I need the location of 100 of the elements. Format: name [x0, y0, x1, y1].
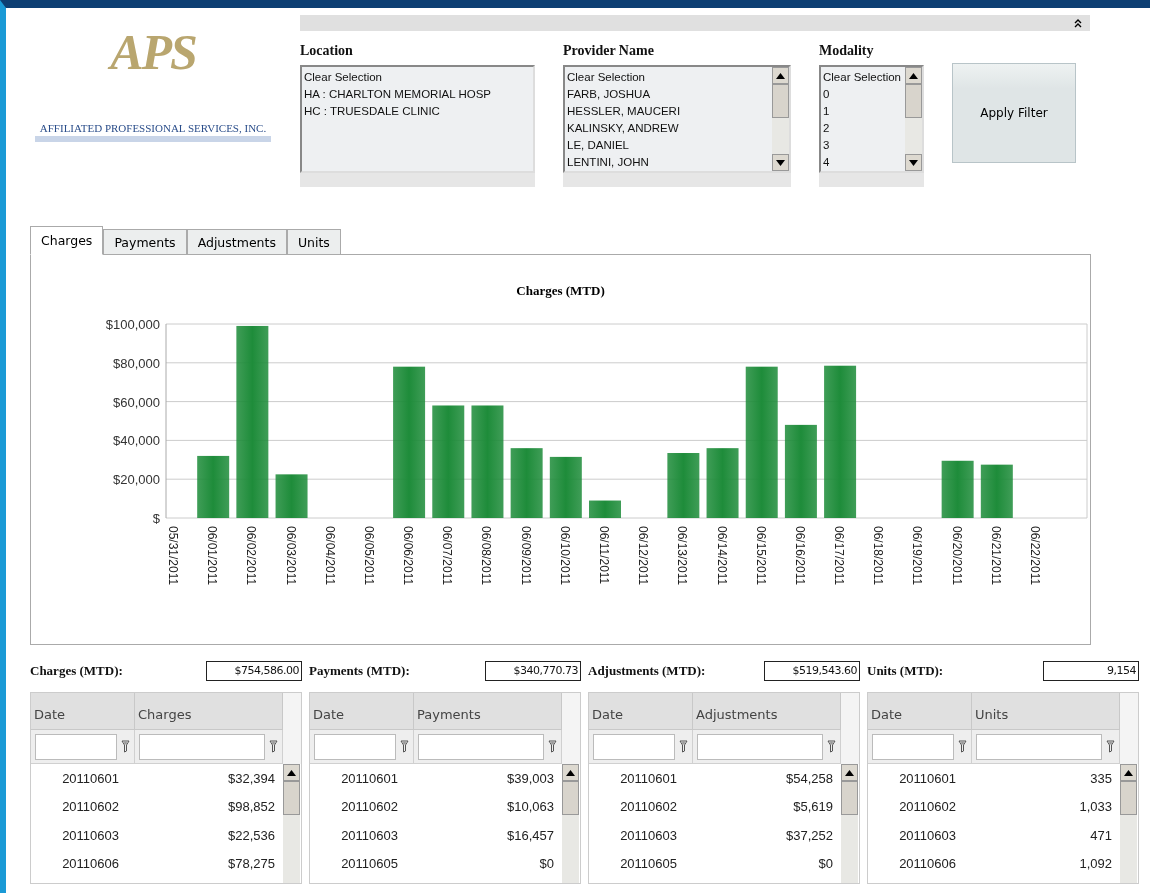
bar: [197, 455, 230, 518]
scrollbar[interactable]: [772, 67, 789, 171]
list-item[interactable]: LENTINI, JOHN: [567, 154, 770, 171]
filter-list[interactable]: Clear Selection HA : CHARLTON MEMORIAL HOSP HC : TRUESDALE CLINIC: [300, 65, 535, 173]
filter-icon[interactable]: [121, 740, 130, 753]
tab[interactable]: Units: [286, 229, 341, 255]
filter-field[interactable]: [976, 733, 1102, 760]
scroll-down-icon[interactable]: [776, 159, 785, 166]
filter-icon[interactable]: [1106, 740, 1115, 753]
scroll-up-icon[interactable]: [776, 72, 785, 79]
table-cell-text: $37,252: [785, 827, 834, 843]
filter-icon[interactable]: [679, 740, 688, 753]
list-item[interactable]: HC : TRUESDALE CLINIC: [304, 103, 531, 120]
bar: [980, 464, 1013, 518]
filter-list[interactable]: Clear Selection 0 1 2 3 4: [819, 65, 924, 173]
tab[interactable]: Charges: [30, 226, 104, 255]
bar: [941, 460, 974, 518]
x-tick-label: 06/12/2011: [636, 526, 651, 586]
column-header[interactable]: Units: [972, 693, 1120, 730]
column-header[interactable]: Charges: [135, 693, 283, 730]
total-field: $340,770.73: [485, 661, 581, 681]
list-item[interactable]: 1: [823, 103, 903, 120]
scrollbar[interactable]: [283, 764, 300, 883]
list-item[interactable]: Clear Selection: [304, 69, 531, 86]
column-header[interactable]: Date: [589, 693, 693, 730]
table-cell-text: 20110601: [619, 770, 678, 786]
list-item[interactable]: FARB, JOSHUA: [567, 86, 770, 103]
filter-icon[interactable]: [400, 740, 409, 753]
table-cell-text: 20110603: [340, 827, 399, 843]
summary-label: Payments (MTD):: [309, 663, 410, 679]
column-header[interactable]: Adjustments: [693, 693, 841, 730]
column-header[interactable]: Date: [310, 693, 414, 730]
x-tick-label: 06/21/2011: [988, 526, 1003, 586]
tab[interactable]: Adjustments: [186, 229, 287, 255]
collapse-icon[interactable]: [1074, 18, 1082, 28]
table-cell-text: $39,003: [506, 770, 555, 786]
filter-field[interactable]: [314, 733, 396, 760]
column-header[interactable]: Date: [31, 693, 135, 730]
list-item[interactable]: 0: [823, 86, 903, 103]
x-tick-label: 06/13/2011: [675, 526, 690, 586]
filter-label: Provider Name: [563, 43, 655, 60]
table-cell-text: 20110602: [340, 799, 399, 815]
y-tick-label: $80,000: [113, 355, 160, 371]
list-item[interactable]: KALINSKY, ANDREW: [567, 120, 770, 137]
table-cell-text: $0: [538, 856, 555, 872]
bar: [275, 474, 308, 518]
y-tick-label: $60,000: [113, 394, 160, 410]
x-tick-label: 06/05/2011: [361, 526, 376, 586]
filter-field[interactable]: [872, 733, 954, 760]
x-tick-label: 06/04/2011: [322, 526, 337, 586]
scroll-down-icon[interactable]: [909, 159, 918, 166]
filter-icon[interactable]: [958, 740, 967, 753]
list-item[interactable]: 2: [823, 120, 903, 137]
list-item[interactable]: Clear Selection: [567, 69, 770, 86]
scrollbar[interactable]: [841, 764, 858, 883]
scroll-up-icon[interactable]: [566, 769, 575, 776]
filter-icon[interactable]: [269, 740, 278, 753]
column-header[interactable]: Payments: [414, 693, 562, 730]
list-item[interactable]: Clear Selection: [823, 69, 903, 86]
list-item[interactable]: HESSLER, MAUCERI: [567, 103, 770, 120]
list-item[interactable]: LE, DANIEL: [567, 137, 770, 154]
list-item[interactable]: HA : CHARLTON MEMORIAL HOSP: [304, 86, 531, 103]
scroll-up-icon[interactable]: [1124, 769, 1133, 776]
filter-icon[interactable]: [827, 740, 836, 753]
x-tick-label: 06/14/2011: [714, 526, 729, 586]
table-cell-text: $54,258: [785, 770, 834, 786]
filter-list[interactable]: Clear Selection FARB, JOSHUA HESSLER, MAUCERI KALINSKY, ANDREW LE, DANIEL LENTINI, JOHN: [563, 65, 791, 173]
scroll-up-icon[interactable]: [845, 769, 854, 776]
filter-field[interactable]: [35, 733, 117, 760]
filter-field[interactable]: [593, 733, 675, 760]
scrollbar[interactable]: [562, 764, 579, 883]
scroll-up-icon[interactable]: [287, 769, 296, 776]
filter-icon[interactable]: [548, 740, 557, 753]
table-cell-text: $98,852: [227, 799, 276, 815]
scrollbar[interactable]: [905, 67, 922, 171]
filter-label: Modality: [819, 43, 875, 60]
list-item[interactable]: 3: [823, 137, 903, 154]
column-header[interactable]: Date: [868, 693, 972, 730]
table-cell-text: $32,394: [227, 770, 276, 786]
scroll-up-icon[interactable]: [909, 72, 918, 79]
x-tick-label: 06/16/2011: [792, 526, 807, 586]
table-cell-text: 20110603: [619, 827, 678, 843]
tab[interactable]: Payments: [103, 229, 187, 255]
scrollbar[interactable]: [1120, 764, 1137, 883]
filter-field[interactable]: [418, 733, 544, 760]
table-cell-text: $22,536: [227, 827, 276, 843]
table-cell-text: 335: [1089, 770, 1113, 786]
table-cell-text: 20110601: [340, 770, 399, 786]
bar: [549, 456, 582, 518]
list-item[interactable]: 4: [823, 154, 903, 171]
x-tick-label: 06/22/2011: [1028, 526, 1042, 586]
filter-field[interactable]: [139, 733, 265, 760]
table-cell-text: 20110605: [619, 856, 678, 872]
table-cell-text: 20110603: [898, 827, 957, 843]
x-tick-label: 06/20/2011: [949, 526, 964, 586]
apply-filter-button[interactable]: Apply Filter: [952, 63, 1076, 163]
x-tick-label: 06/07/2011: [440, 526, 455, 586]
filter-field[interactable]: [697, 733, 823, 760]
table-cell-text: 20110601: [898, 770, 957, 786]
y-tick-label: $40,000: [113, 433, 160, 449]
